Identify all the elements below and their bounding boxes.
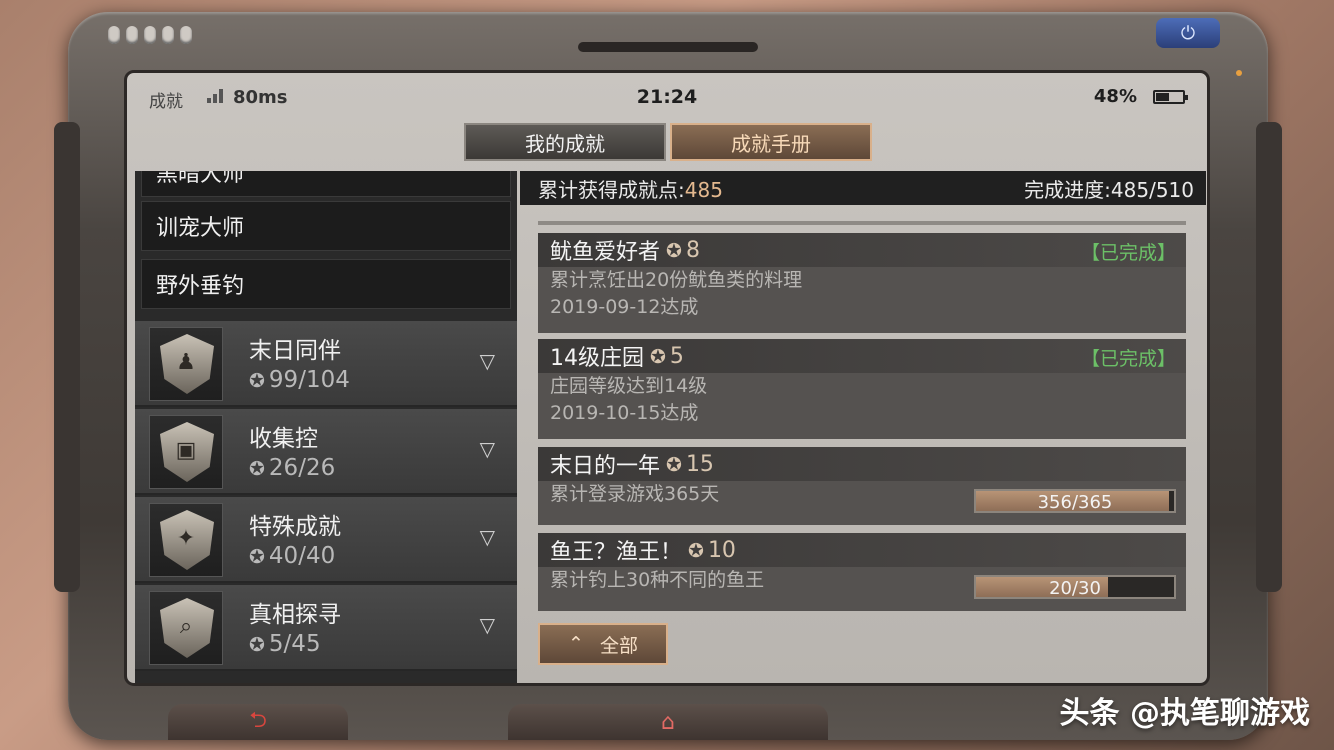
tab-achievement-handbook[interactable]: 成就手册	[670, 123, 872, 161]
home-icon: ⌂	[661, 709, 675, 735]
category-item[interactable]: ✦ 特殊成就 ✪ 40/40 ▽	[135, 497, 517, 583]
list-item[interactable]: 黑暗大师	[141, 171, 511, 197]
medal-icon: ✪	[666, 453, 682, 476]
medal-icon: ✪	[249, 370, 265, 392]
summary-bar: 累计获得成就点:485 完成进度:485/510	[520, 171, 1206, 205]
show-all-button[interactable]: ⌃ 全部	[538, 623, 668, 665]
points-summary: 累计获得成就点:485	[538, 177, 723, 202]
clock: 21:24	[636, 86, 698, 108]
achievement-date: 2019-09-12达成	[550, 296, 699, 318]
category-item[interactable]: ♟ 末日同伴 ✪ 99/104 ▽	[135, 321, 517, 407]
category-item[interactable]: ▣ 收集控 ✪ 26/26 ▽	[135, 409, 517, 495]
category-item[interactable]: ⌕ 真相探寻 ✪ 5/45 ▽	[135, 585, 517, 671]
category-name: 真相探寻	[249, 602, 341, 628]
progress-summary: 完成进度:485/510	[1024, 177, 1194, 202]
screen: 成就 80ms 21:24 48% 我的成就 成就手册 黑暗大师 训宠大师 野外…	[124, 70, 1210, 686]
achievement-title: 鱼王？渔王！	[550, 540, 683, 565]
category-list[interactable]: 黑暗大师 训宠大师 野外垂钓 ♟ 末日同伴 ✪ 99/104 ▽ ▣ 收集控 ✪ 2…	[135, 171, 517, 683]
achievement-title: 14级庄园	[550, 346, 644, 371]
medal-icon: ✪	[666, 239, 682, 262]
power-icon: ⏻	[1180, 22, 1196, 44]
status-badge: 【已完成】	[1080, 348, 1176, 370]
achievement-desc: 累计烹饪出20份鱿鱼类的料理	[550, 269, 803, 291]
achievement-card[interactable]: 鱿鱼爱好者 ✪ 8 【已完成】 累计烹饪出20份鱿鱼类的料理 2019-09-12…	[538, 233, 1186, 333]
progress-text: 20/30	[1049, 578, 1101, 599]
home-button[interactable]: ⌂	[508, 704, 828, 740]
watermark: 头条 @执笔聊游戏	[1059, 696, 1310, 731]
chest-badge-icon: ▣	[149, 415, 223, 489]
companions-badge-icon: ♟	[149, 327, 223, 401]
chevron-down-icon[interactable]: ▽	[480, 437, 495, 461]
chevron-down-icon[interactable]: ▽	[480, 525, 495, 549]
battery-icon	[1153, 90, 1188, 104]
show-all-label: 全部	[599, 634, 638, 657]
divider	[538, 221, 1186, 225]
status-led	[1236, 70, 1242, 76]
achievement-card[interactable]: 鱼王？渔王！ ✪ 10 累计钓上30种不同的鱼王 20/30	[538, 533, 1186, 611]
status-badge: 【已完成】	[1080, 242, 1176, 264]
category-progress: ✪ 40/40	[249, 543, 336, 569]
medal-icon: ✪	[650, 345, 666, 368]
list-item[interactable]: 训宠大师	[141, 201, 511, 251]
achievement-card[interactable]: 14级庄园 ✪ 5 【已完成】 庄园等级达到14级 2019-10-15达成	[538, 339, 1186, 439]
speaker-grill	[108, 26, 192, 44]
medal-icon: ✪	[249, 546, 265, 568]
chevron-down-icon[interactable]: ▽	[480, 349, 495, 373]
power-button[interactable]: ⏻	[1156, 18, 1220, 48]
category-progress: ✪ 5/45	[249, 631, 321, 657]
battery-percent: 48%	[1093, 86, 1137, 107]
back-button[interactable]: ⮌	[168, 704, 348, 740]
medal-icon: ✪	[249, 458, 265, 480]
achievement-points: ✪ 8	[666, 237, 700, 263]
list-item[interactable]: 野外垂钓	[141, 259, 511, 309]
magnifier-badge-icon: ⌕	[149, 591, 223, 665]
category-name: 末日同伴	[249, 338, 341, 364]
tab-my-achievements[interactable]: 我的成就	[464, 123, 666, 161]
category-name: 收集控	[249, 426, 318, 452]
top-slot	[578, 42, 758, 52]
chevron-down-icon[interactable]: ▽	[480, 613, 495, 637]
category-progress: ✪ 99/104	[249, 367, 350, 393]
medal-icon: ✪	[249, 634, 265, 656]
progress-bar: 20/30	[974, 575, 1176, 599]
achievement-desc: 庄园等级达到14级	[550, 375, 708, 397]
progress-bar: 356/365	[974, 489, 1176, 513]
achievement-panel: 累计获得成就点:485 完成进度:485/510 鱿鱼爱好者 ✪ 8 【已完成】 …	[520, 171, 1206, 683]
achievement-points: ✪ 5	[650, 343, 684, 369]
right-handle	[1256, 122, 1282, 592]
status-bar: 成就 80ms 21:24 48%	[127, 73, 1207, 117]
chevron-up-icon: ⌃	[568, 633, 584, 655]
left-handle	[54, 122, 80, 592]
progress-text: 356/365	[1037, 492, 1113, 513]
category-name: 特殊成就	[249, 514, 341, 540]
achievement-date: 2019-10-15达成	[550, 402, 699, 424]
category-progress: ✪ 26/26	[249, 455, 336, 481]
achievement-title: 鱿鱼爱好者	[550, 240, 661, 265]
medal-icon: ✪	[688, 539, 704, 562]
achievement-points: ✪ 15	[666, 451, 714, 477]
back-arrow-icon: ⮌	[249, 708, 267, 733]
achievement-title: 末日的一年	[550, 454, 661, 479]
special-badge-icon: ✦	[149, 503, 223, 577]
tab-bar: 我的成就 成就手册	[464, 123, 872, 161]
achievement-card[interactable]: 末日的一年 ✪ 15 累计登录游戏365天 356/365	[538, 447, 1186, 525]
achievement-points: ✪ 10	[688, 537, 736, 563]
